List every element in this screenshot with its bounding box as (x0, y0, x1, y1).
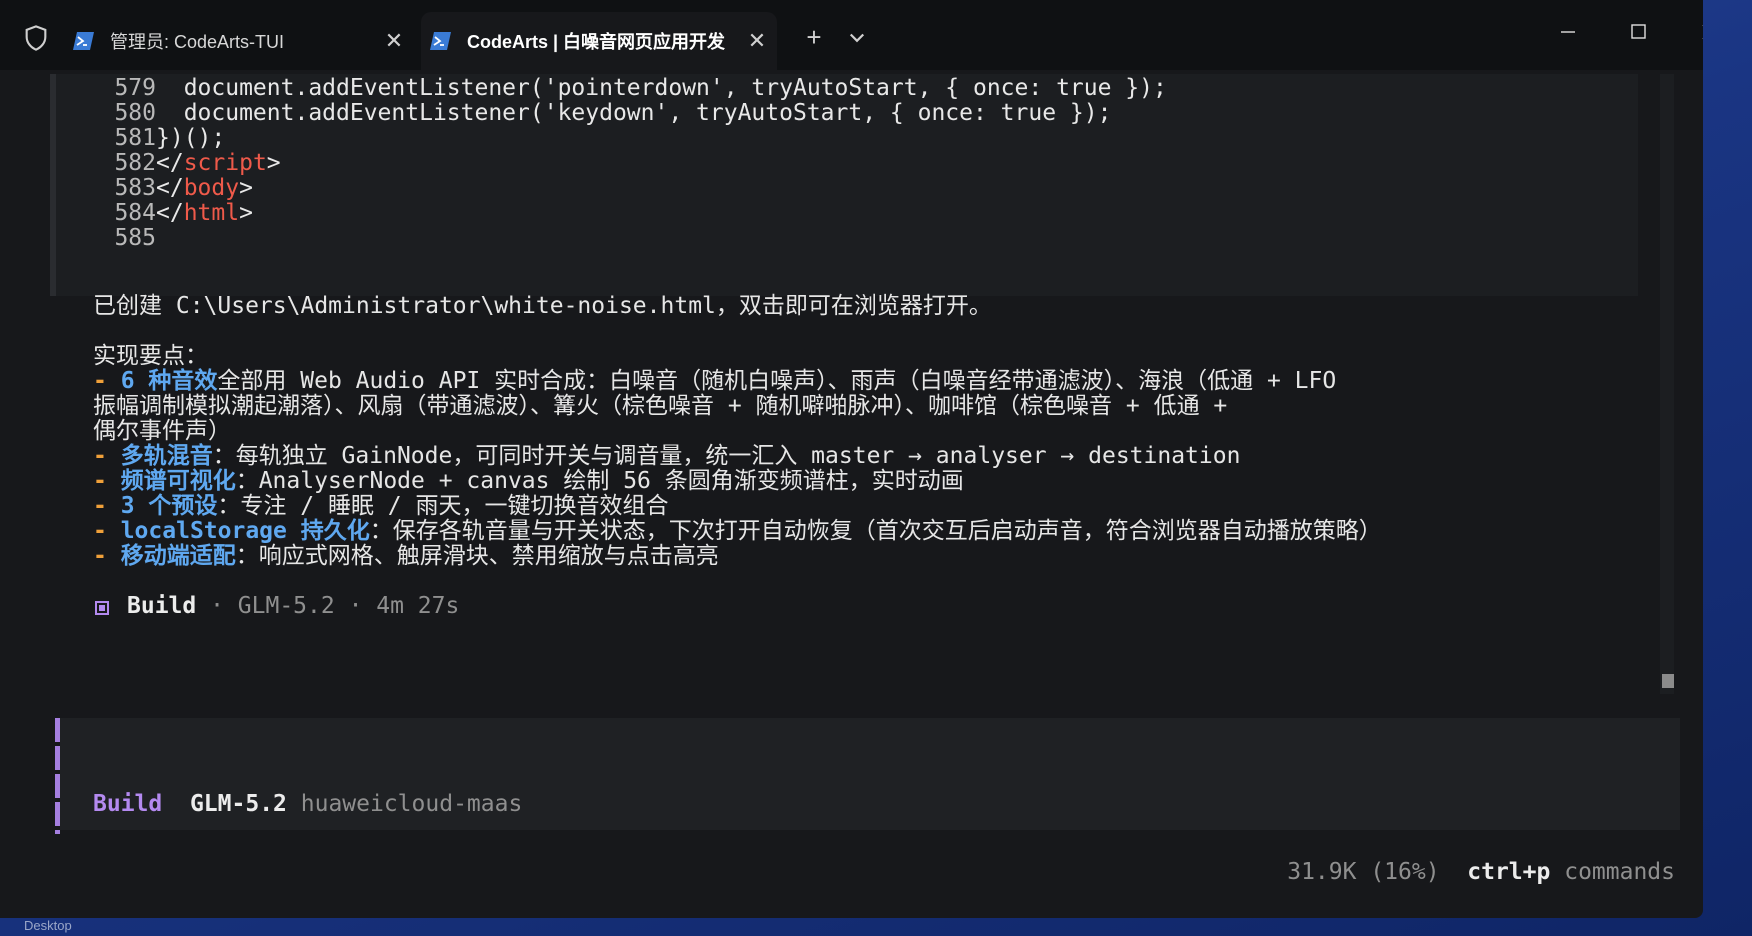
terminal-window: 管理员: CodeArts-TUI ✕ CodeArts | 白噪音网页应用开发… (0, 0, 1703, 918)
bullet-dash: - (93, 368, 121, 394)
bullet-highlight: 6 种音效 (120, 368, 218, 394)
bullet-text: 全部用 Web Audio API 实时合成：白噪音（随机白噪声）、雨声（白噪音… (217, 368, 1337, 394)
minimize-icon[interactable] (1548, 14, 1588, 50)
code-block: 579 document.addEventListener('pointerdo… (50, 74, 1638, 296)
model-name[interactable]: GLM-5.2 (190, 791, 287, 817)
code-line: 585 (56, 224, 156, 252)
line-number: 579 (114, 75, 156, 101)
chevron-down-icon[interactable] (842, 22, 872, 52)
bullet-highlight: 频谱可视化 (120, 468, 236, 494)
created-message: 已创建 C:\Users\Administrator\white-noise.h… (93, 293, 992, 319)
maximize-icon[interactable] (1618, 14, 1658, 50)
line-number: 583 (114, 175, 156, 201)
title-bar: 管理员: CodeArts-TUI ✕ CodeArts | 白噪音网页应用开发… (0, 0, 1703, 70)
build-label: Build (127, 593, 197, 619)
code-text: </ (156, 200, 184, 226)
desktop-label: Desktop (24, 918, 72, 933)
build-summary: Build · GLM-5.2 · 4m 27s (93, 592, 459, 620)
code-text: > (239, 200, 253, 226)
bullet-dash: - (93, 518, 121, 544)
token-usage: 31.9K (16%) (1287, 859, 1440, 885)
code-line: 579 document.addEventListener('pointerdo… (56, 74, 1167, 102)
bullet-highlight: 移动端适配 (120, 543, 236, 569)
build-detail: · GLM-5.2 · 4m 27s (196, 593, 460, 619)
bullet-text: ：每轨独立 GainNode，可同时开关与调音量，统一汇入 master → a… (212, 443, 1241, 469)
bullet-dash: - (93, 443, 121, 469)
shortcut-key: ctrl+p (1467, 859, 1551, 885)
bullet-item: - 移动端适配：响应式网格、触屏滑块、禁用缩放与点击高亮 (93, 542, 719, 570)
code-line: 583</body> (56, 174, 253, 202)
code-line: 582</script> (56, 149, 281, 177)
provider-name: huaweicloud-maas (300, 791, 523, 817)
code-text: document.addEventListener('pointerdown',… (156, 75, 1167, 101)
close-window-icon[interactable] (1690, 14, 1703, 50)
html-tag-name: body (183, 175, 240, 201)
bullet-dash: - (93, 543, 121, 569)
code-text: </ (156, 150, 184, 176)
code-line: 580 document.addEventListener('keydown',… (56, 99, 1111, 127)
prompt-info: Build GLM-5.2 huaweicloud-maas (93, 790, 522, 818)
shield-icon (25, 25, 47, 51)
tab-codearts-white-noise[interactable]: CodeArts | 白噪音网页应用开发 ✕ (421, 12, 777, 70)
bullet-highlight: 多轨混音 (120, 443, 213, 469)
agent-mode[interactable]: Build (93, 791, 162, 817)
new-tab-button[interactable]: + (796, 20, 832, 56)
bullet-dash: - (93, 468, 121, 494)
bullet-text: ：保存各轨音量与开关状态，下次打开自动恢复（首次交互后启动声音，符合浏览器自动播… (369, 518, 1382, 544)
bullet-item: - 6 种音效全部用 Web Audio API 实时合成：白噪音（随机白噪声）… (93, 367, 1336, 395)
code-text: > (266, 150, 281, 176)
bullet-item: - 频谱可视化：AnalyserNode + canvas 绘制 56 条圆角渐… (93, 467, 964, 495)
tab-label: 管理员: CodeArts-TUI (110, 32, 285, 52)
code-text: </ (156, 175, 184, 201)
bullet-item: - 3 个预设：专注 / 睡眠 / 雨天，一键切换音效组合 (93, 492, 669, 520)
terminal-content: 579 document.addEventListener('pointerdo… (0, 70, 1703, 918)
bullet-highlight: localStorage 持久化 (120, 518, 370, 544)
bullet-continuation: 偶尔事件声） (93, 418, 231, 444)
line-number: 582 (114, 150, 156, 176)
powershell-icon (430, 32, 451, 50)
code-line: 581})(); (56, 124, 225, 152)
bullet-continuation: 振幅调制模拟潮起潮落）、风扇（带通滤波）、篝火（棕色噪音 + 随机噼啪脉冲）、咖… (93, 393, 1228, 419)
line-number: 581 (114, 125, 156, 151)
bullet-item: - localStorage 持久化：保存各轨音量与开关状态，下次打开自动恢复（… (93, 517, 1382, 545)
line-number: 580 (114, 100, 156, 126)
points-title: 实现要点： (93, 343, 208, 369)
build-status-icon (95, 601, 109, 615)
bullet-text: ：AnalyserNode + canvas 绘制 56 条圆角渐变频谱柱，实时… (235, 468, 964, 494)
status-line: 31.9K (16%) ctrl+p commands (1287, 858, 1675, 886)
shortcut-description: commands (1564, 859, 1675, 885)
bullet-dash: - (93, 493, 121, 519)
code-line: 584</html> (56, 199, 253, 227)
powershell-icon (73, 32, 94, 50)
bullet-text: ：响应式网格、触屏滑块、禁用缩放与点击高亮 (235, 543, 719, 569)
code-text: document.addEventListener('keydown', try… (156, 100, 1112, 126)
line-number: 584 (114, 200, 156, 226)
code-text: > (239, 175, 253, 201)
line-number: 585 (114, 225, 156, 251)
tab-close-icon[interactable]: ✕ (737, 28, 777, 54)
bullet-highlight: 3 个预设 (120, 493, 218, 519)
tab-label: CodeArts | 白噪音网页应用开发 (467, 32, 726, 52)
prompt-input[interactable]: Build GLM-5.2 huaweicloud-maas (60, 718, 1680, 830)
html-tag-name: html (183, 200, 240, 226)
scrollbar[interactable] (1660, 74, 1674, 694)
bullet-text: ：专注 / 睡眠 / 雨天，一键切换音效组合 (217, 493, 669, 519)
code-text: })(); (156, 125, 226, 151)
tab-admin-codearts-tui[interactable]: 管理员: CodeArts-TUI ✕ (64, 12, 414, 70)
scrollbar-thumb[interactable] (1662, 674, 1674, 688)
tab-close-icon[interactable]: ✕ (374, 28, 414, 54)
bullet-item: - 多轨混音：每轨独立 GainNode，可同时开关与调音量，统一汇入 mast… (93, 442, 1240, 470)
html-tag-name: script (183, 150, 267, 176)
